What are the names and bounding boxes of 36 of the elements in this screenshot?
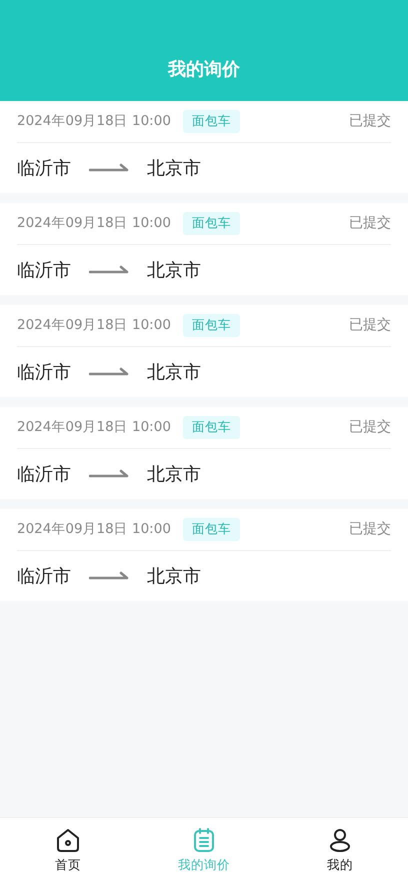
destination-city: 北京市 xyxy=(147,156,201,180)
page-title: 我的询价 xyxy=(168,59,240,81)
destination-city: 北京市 xyxy=(147,462,201,486)
tab-item[interactable]: 我的 xyxy=(272,818,408,883)
inquiry-card[interactable]: 2024年09月18日 10:00 面包车 已提交 临沂市 北京市 xyxy=(0,203,408,295)
vehicle-tag: 面包车 xyxy=(182,110,240,133)
status-text: 已提交 xyxy=(349,112,391,131)
inquiry-time: 2024年09月18日 10:00 xyxy=(17,520,171,540)
inquiry-time: 2024年09月18日 10:00 xyxy=(17,214,171,234)
origin-city: 临沂市 xyxy=(17,360,71,384)
destination-city: 北京市 xyxy=(147,564,201,588)
origin-city: 临沂市 xyxy=(17,156,71,180)
inquiry-time: 2024年09月18日 10:00 xyxy=(17,112,171,132)
vehicle-tag: 面包车 xyxy=(182,314,240,337)
origin-city: 临沂市 xyxy=(17,462,71,486)
inquiry-card[interactable]: 2024年09月18日 10:00 面包车 已提交 临沂市 北京市 xyxy=(0,101,408,193)
inquiry-card[interactable]: 2024年09月18日 10:00 面包车 已提交 临沂市 北京市 xyxy=(0,407,408,499)
vehicle-tag: 面包车 xyxy=(182,518,240,541)
vehicle-tag: 面包车 xyxy=(182,416,240,439)
clipboard-icon xyxy=(191,826,217,853)
inquiry-time: 2024年09月18日 10:00 xyxy=(17,316,171,336)
inquiry-card[interactable]: 2024年09月18日 10:00 面包车 已提交 临沂市 北京市 xyxy=(0,509,408,601)
origin-city: 临沂市 xyxy=(17,258,71,282)
origin-city: 临沂市 xyxy=(17,564,71,588)
inquiry-time: 2024年09月18日 10:00 xyxy=(17,418,171,438)
destination-city: 北京市 xyxy=(147,258,201,282)
status-text: 已提交 xyxy=(349,214,391,233)
status-text: 已提交 xyxy=(349,316,391,335)
status-text: 已提交 xyxy=(349,520,391,539)
inquiry-card[interactable]: 2024年09月18日 10:00 面包车 已提交 临沂市 北京市 xyxy=(0,305,408,397)
person-icon xyxy=(327,826,353,853)
home-icon xyxy=(55,826,81,853)
vehicle-tag: 面包车 xyxy=(182,212,240,235)
destination-city: 北京市 xyxy=(147,360,201,384)
status-text: 已提交 xyxy=(349,418,391,437)
tab-item[interactable]: 首页 xyxy=(0,818,136,883)
